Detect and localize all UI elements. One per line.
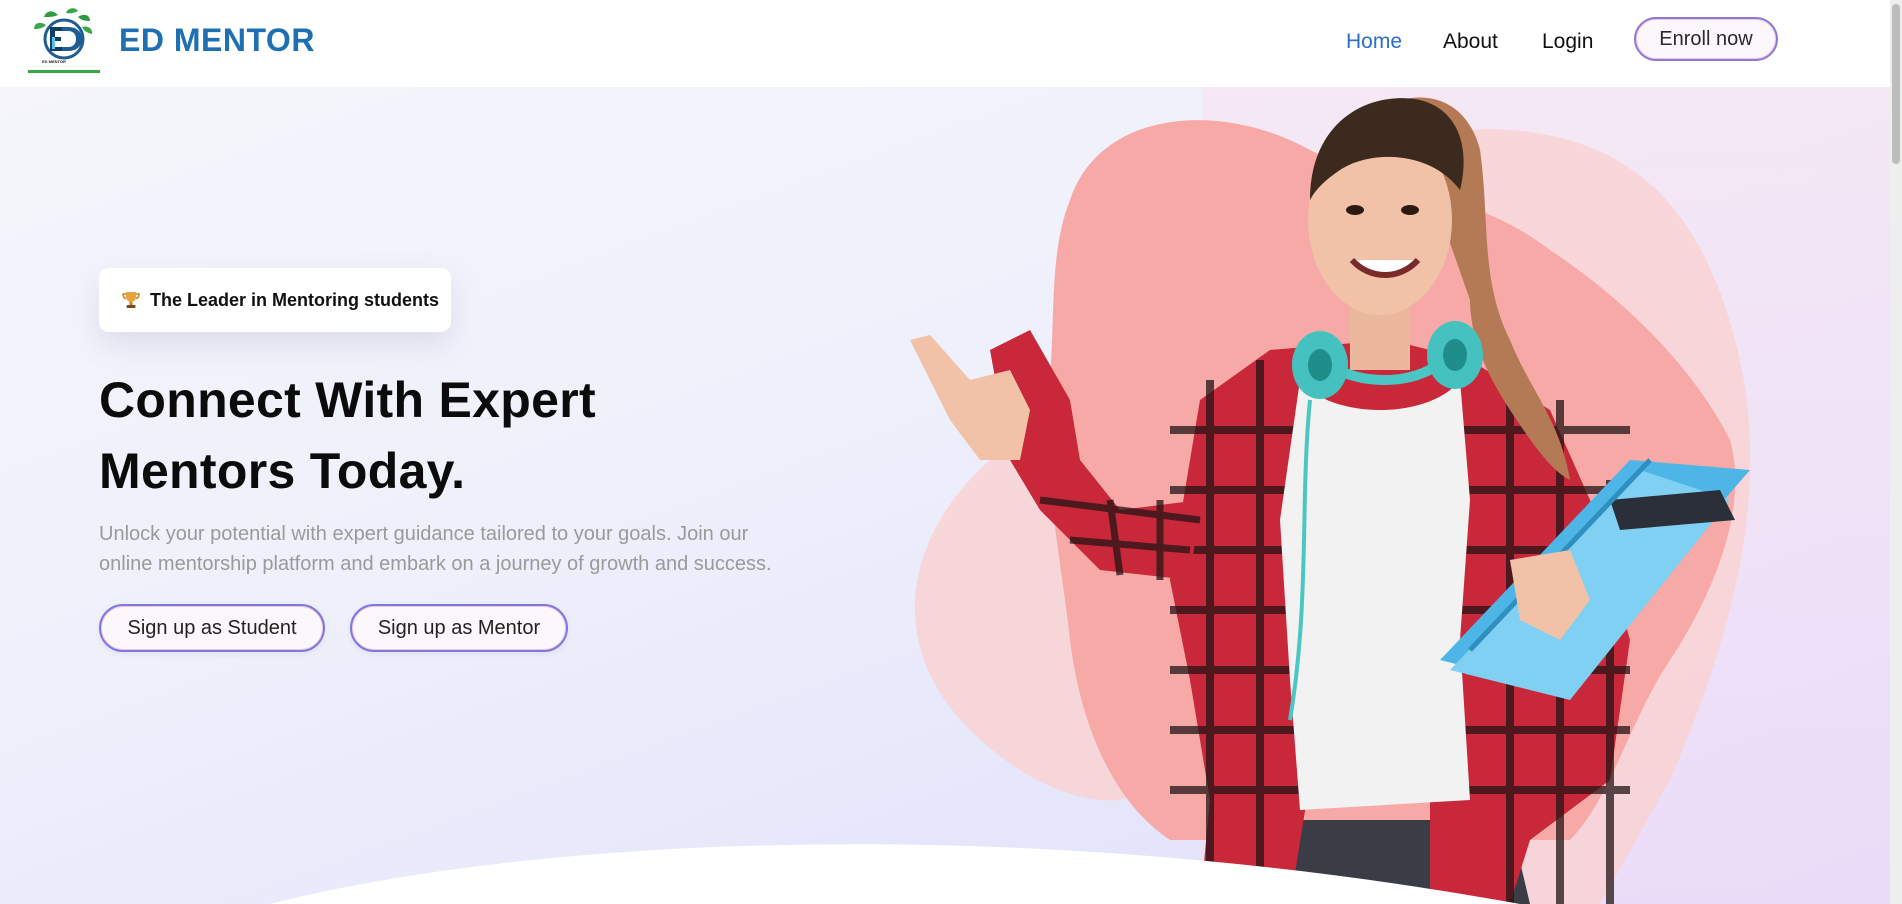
headline-line-1: Connect With Expert: [99, 372, 596, 428]
signup-mentor-button[interactable]: Sign up as Mentor: [350, 604, 568, 652]
ed-mentor-logo[interactable]: ED MENTOR: [28, 7, 100, 73]
nav-about-link[interactable]: About: [1443, 30, 1498, 54]
headline-line-2: Mentors Today.: [99, 443, 466, 499]
logo-caption: ED MENTOR: [42, 59, 66, 64]
hero-subtext: Unlock your potential with expert guidan…: [99, 519, 829, 579]
hero-illustration: [910, 97, 1751, 904]
subtext-line-1: Unlock your potential with expert guidan…: [99, 523, 749, 545]
bottom-wave-divider: [270, 844, 1520, 904]
enroll-now-button[interactable]: Enroll now: [1634, 17, 1778, 61]
hero-headline: Connect With Expert Mentors Today.: [99, 365, 739, 507]
landing-page: ED MENTOR ED MENTOR Home About Login Enr…: [0, 0, 1902, 904]
scrollbar-thumb[interactable]: [1892, 4, 1900, 164]
vertical-scrollbar[interactable]: [1890, 0, 1902, 904]
trophy-icon: [121, 290, 141, 310]
nav-login-link[interactable]: Login: [1542, 30, 1593, 54]
leader-badge: The Leader in Mentoring students: [99, 268, 451, 332]
subtext-line-2: online mentorship platform and embark on…: [99, 553, 772, 575]
site-header: ED MENTOR ED MENTOR Home About Login Enr…: [0, 0, 1902, 87]
nav-home-link[interactable]: Home: [1346, 30, 1402, 54]
brand-name[interactable]: ED MENTOR: [119, 22, 315, 59]
signup-student-button[interactable]: Sign up as Student: [99, 604, 325, 652]
badge-text: The Leader in Mentoring students: [150, 289, 440, 310]
